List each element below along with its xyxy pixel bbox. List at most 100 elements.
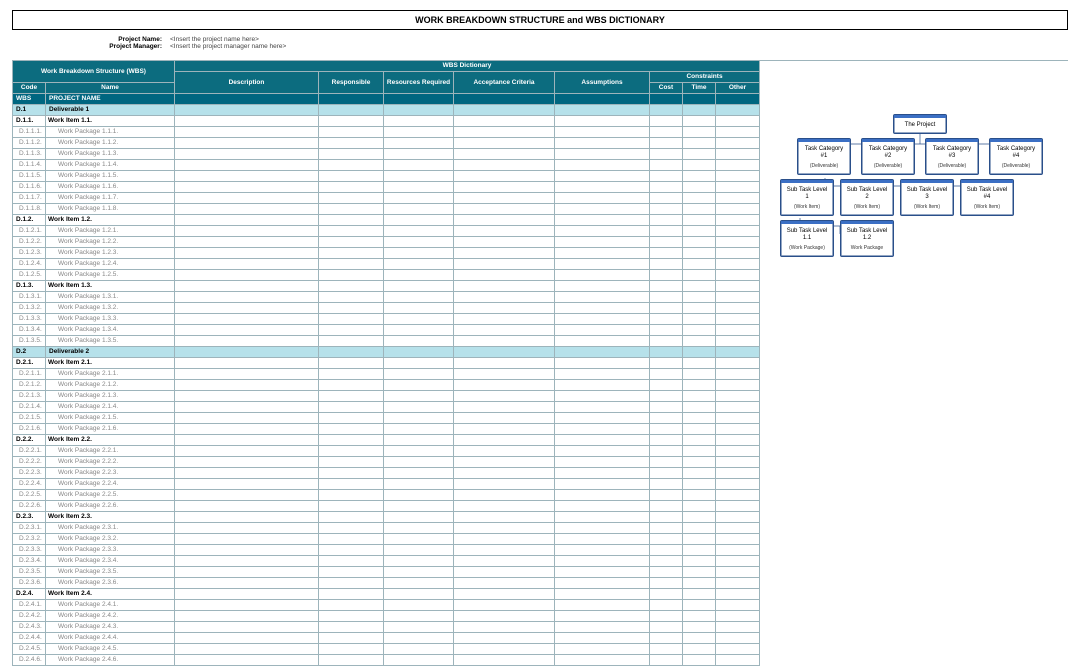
table-cell — [555, 215, 650, 226]
table-cell — [454, 138, 555, 149]
table-row-code: D.1 — [13, 105, 46, 116]
table-cell — [454, 215, 555, 226]
table-cell — [384, 446, 454, 457]
table-cell — [454, 633, 555, 644]
table-cell — [683, 611, 716, 622]
table-cell — [650, 248, 683, 259]
table-row-code: D.2.4.4. — [13, 633, 46, 644]
table-cell — [454, 578, 555, 589]
table-cell — [319, 193, 384, 204]
table-cell — [555, 578, 650, 589]
table-cell — [319, 479, 384, 490]
table-cell — [384, 325, 454, 336]
table-row-name: Work Package 2.3.3. — [46, 545, 175, 556]
table-cell — [716, 534, 760, 545]
table-row-name: Work Package 1.1.7. — [46, 193, 175, 204]
table-cell — [454, 369, 555, 380]
table-cell — [683, 655, 716, 666]
table-row-code: D.2.2.5. — [13, 490, 46, 501]
project-meta: Project Name: <Insert the project name h… — [12, 36, 1068, 50]
table-row-name: Work Package 2.3.6. — [46, 578, 175, 589]
table-row-name: Deliverable 2 — [46, 347, 175, 358]
table-cell — [650, 644, 683, 655]
table-cell — [650, 171, 683, 182]
table-row-name: Work Item 2.1. — [46, 358, 175, 369]
table-cell — [319, 600, 384, 611]
table-cell — [650, 105, 683, 116]
table-cell — [175, 391, 319, 402]
table-cell — [650, 347, 683, 358]
table-cell — [650, 435, 683, 446]
table-cell — [175, 435, 319, 446]
table-cell — [319, 281, 384, 292]
table-cell — [683, 468, 716, 479]
project-manager-label: Project Manager: — [12, 43, 170, 50]
table-cell — [384, 248, 454, 259]
table-cell — [716, 402, 760, 413]
table-row-code: D.2.3.3. — [13, 545, 46, 556]
table-cell — [175, 281, 319, 292]
table-cell — [650, 281, 683, 292]
table-cell — [319, 589, 384, 600]
table-cell — [454, 336, 555, 347]
table-cell — [454, 424, 555, 435]
table-cell — [454, 479, 555, 490]
table-cell — [175, 633, 319, 644]
table-row-name: Work Package 2.1.3. — [46, 391, 175, 402]
table-cell — [716, 116, 760, 127]
table-cell — [555, 259, 650, 270]
table-cell — [175, 413, 319, 424]
table-cell — [555, 501, 650, 512]
table-cell — [175, 204, 319, 215]
table-cell — [555, 105, 650, 116]
table-cell — [175, 589, 319, 600]
table-cell — [454, 545, 555, 556]
table-cell — [175, 655, 319, 666]
table-cell — [716, 193, 760, 204]
table-row-code: D.1.2. — [13, 215, 46, 226]
table-cell — [454, 655, 555, 666]
table-cell — [555, 138, 650, 149]
table-cell — [454, 171, 555, 182]
table-cell — [683, 259, 716, 270]
table-cell — [716, 226, 760, 237]
table-cell — [683, 138, 716, 149]
table-cell — [716, 545, 760, 556]
table-row-code: D.2.3.5. — [13, 567, 46, 578]
table-cell — [555, 655, 650, 666]
table-row-code: D.1.2.1. — [13, 226, 46, 237]
table-cell — [555, 622, 650, 633]
table-cell — [555, 457, 650, 468]
table-cell — [555, 369, 650, 380]
table-cell — [683, 127, 716, 138]
table-cell — [683, 226, 716, 237]
table-row-code: D.1.1. — [13, 116, 46, 127]
table-cell — [555, 347, 650, 358]
table-cell — [319, 270, 384, 281]
project-name-value: <Insert the project name here> — [170, 36, 259, 43]
table-cell — [716, 259, 760, 270]
table-cell — [683, 424, 716, 435]
table-cell — [716, 622, 760, 633]
table-cell — [454, 567, 555, 578]
table-cell — [716, 413, 760, 424]
table-cell — [454, 325, 555, 336]
table-cell — [454, 468, 555, 479]
table-row-name: Work Package 2.4.5. — [46, 644, 175, 655]
table-cell — [384, 116, 454, 127]
table-cell — [683, 413, 716, 424]
table-cell — [650, 215, 683, 226]
table-cell — [555, 358, 650, 369]
table-cell — [175, 105, 319, 116]
diagram-l4-2: Sub Task Level 1.2Work Package — [840, 220, 894, 257]
table-cell — [555, 523, 650, 534]
table-cell — [555, 182, 650, 193]
table-cell — [716, 567, 760, 578]
table-cell — [650, 600, 683, 611]
table-row-name: Work Package 2.3.4. — [46, 556, 175, 567]
table-row-code: D.1.3.3. — [13, 314, 46, 325]
table-row-name: Work Item 1.1. — [46, 116, 175, 127]
table-cell — [683, 501, 716, 512]
table-cell — [683, 435, 716, 446]
table-cell — [454, 182, 555, 193]
